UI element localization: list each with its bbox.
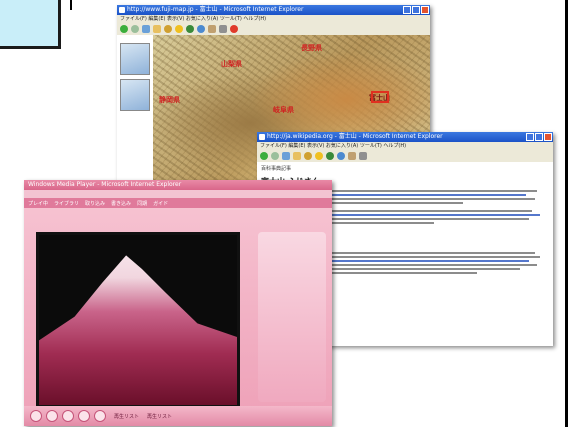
- tab-now-playing[interactable]: プレイ中: [28, 200, 48, 207]
- stop-icon[interactable]: [230, 25, 238, 33]
- favorites-icon[interactable]: [175, 25, 183, 33]
- map-label: 静岡県: [159, 96, 180, 104]
- media-tabs: プレイ中 ライブラリ 取り込み 書き込み 同期 ガイド: [24, 198, 332, 208]
- playback-controls: 再生リスト 再生リスト: [24, 406, 332, 426]
- maximize-icon[interactable]: [412, 6, 420, 14]
- favorites-icon[interactable]: [315, 152, 323, 160]
- home-icon[interactable]: [293, 152, 301, 160]
- map-label: 山梨県: [221, 60, 242, 68]
- media-player-window[interactable]: Windows Media Player - Microsoft Interne…: [24, 180, 332, 426]
- print-icon[interactable]: [359, 152, 367, 160]
- home-icon[interactable]: [153, 25, 161, 33]
- video-display[interactable]: [36, 232, 240, 408]
- fuji-location-marker[interactable]: [371, 91, 389, 103]
- map-sidebar: [117, 35, 154, 195]
- close-icon[interactable]: [544, 133, 552, 141]
- cyan-tab: [0, 0, 61, 49]
- media-menubar[interactable]: [24, 190, 332, 198]
- tab-sync[interactable]: 同期: [137, 200, 147, 207]
- map-menubar[interactable]: ファイル(F) 編集(E) 表示(V) お気に入り(A) ツール(T) ヘルプ(…: [117, 15, 430, 23]
- playlist-label[interactable]: 再生リスト: [114, 413, 139, 420]
- mail-icon[interactable]: [348, 152, 356, 160]
- close-icon[interactable]: [421, 6, 429, 14]
- playlist-panel[interactable]: [258, 232, 326, 402]
- breadcrumb: 百科事典記事: [261, 166, 292, 172]
- history-icon[interactable]: [197, 25, 205, 33]
- media-icon[interactable]: [326, 152, 334, 160]
- print-icon[interactable]: [219, 25, 227, 33]
- next-icon[interactable]: [78, 410, 90, 422]
- refresh-icon[interactable]: [282, 152, 290, 160]
- tab-library[interactable]: ライブラリ: [54, 200, 79, 207]
- forward-icon[interactable]: [131, 25, 139, 33]
- region-map-thumbnail[interactable]: [120, 79, 150, 111]
- previous-icon[interactable]: [62, 410, 74, 422]
- back-icon[interactable]: [120, 25, 128, 33]
- back-icon[interactable]: [260, 152, 268, 160]
- map-label: 長野県: [301, 44, 322, 52]
- tab-burn[interactable]: 書き込み: [111, 200, 131, 207]
- map-window-title: http://www.fuji-map.jp - 富士山 - Microsoft…: [127, 6, 304, 13]
- map-window-titlebar[interactable]: http://www.fuji-map.jp - 富士山 - Microsoft…: [117, 5, 430, 15]
- map-label: 岐阜県: [273, 106, 294, 114]
- maximize-icon[interactable]: [535, 133, 543, 141]
- play-icon[interactable]: [30, 410, 42, 422]
- tab-guide[interactable]: ガイド: [153, 200, 168, 207]
- mail-icon[interactable]: [208, 25, 216, 33]
- media-window-title[interactable]: Windows Media Player - Microsoft Interne…: [24, 180, 332, 190]
- minimize-icon[interactable]: [403, 6, 411, 14]
- minimize-icon[interactable]: [526, 133, 534, 141]
- forward-icon[interactable]: [271, 152, 279, 160]
- refresh-icon[interactable]: [142, 25, 150, 33]
- frame-right-line: [565, 0, 568, 427]
- mountain-image: [39, 255, 237, 405]
- article-window-title: http://ja.wikipedia.org - 富士山 - Microsof…: [267, 133, 443, 140]
- playlist-label[interactable]: 再生リスト: [147, 413, 172, 420]
- article-window-titlebar[interactable]: http://ja.wikipedia.org - 富士山 - Microsof…: [257, 132, 553, 142]
- media-icon[interactable]: [186, 25, 194, 33]
- ie-icon: [259, 134, 265, 140]
- stop-icon[interactable]: [46, 410, 58, 422]
- search-icon[interactable]: [304, 152, 312, 160]
- ie-icon: [119, 7, 125, 13]
- tab-rip[interactable]: 取り込み: [85, 200, 105, 207]
- frame-left-line: [70, 0, 72, 10]
- search-icon[interactable]: [164, 25, 172, 33]
- article-menubar[interactable]: ファイル(F) 編集(E) 表示(V) お気に入り(A) ツール(T) ヘルプ(…: [257, 142, 553, 150]
- overview-map-thumbnail[interactable]: [120, 43, 150, 75]
- history-icon[interactable]: [337, 152, 345, 160]
- volume-icon[interactable]: [94, 410, 106, 422]
